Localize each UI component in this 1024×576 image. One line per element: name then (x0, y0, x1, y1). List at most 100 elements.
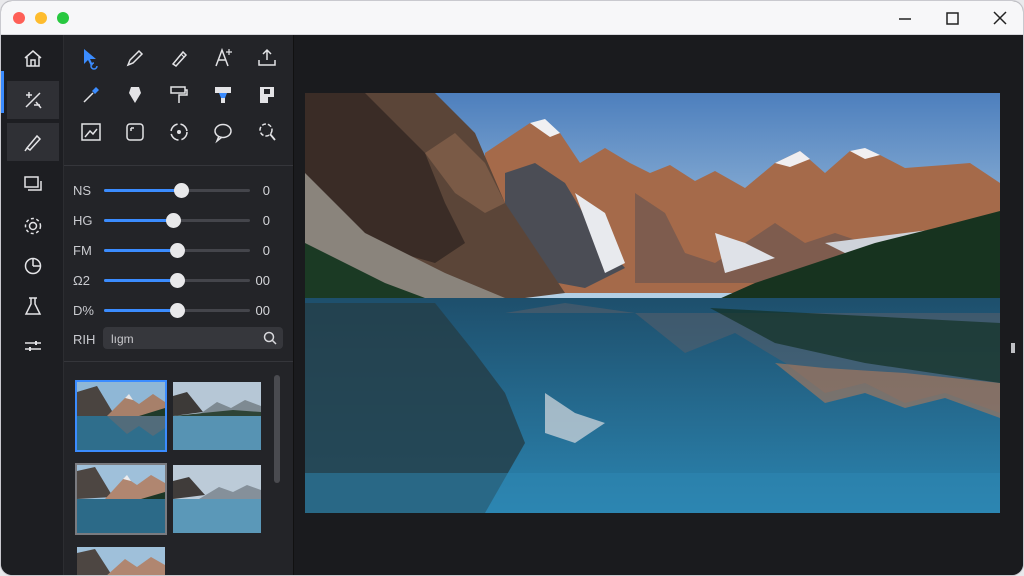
slider-label: Ω2 (73, 273, 90, 288)
speech-bubble-icon (214, 123, 232, 144)
search-icon[interactable] (263, 331, 277, 345)
eyedropper-icon (83, 87, 99, 103)
close-button[interactable] (991, 9, 1009, 27)
slider-label: FM (73, 243, 92, 258)
slider-value: 0 (262, 243, 270, 258)
rail-item-flask[interactable] (7, 287, 59, 325)
select-icon (84, 49, 98, 70)
slider-row: NS 0 (64, 179, 293, 201)
tool-fill[interactable] (208, 80, 238, 110)
maximize-icon (946, 12, 959, 25)
slider-row: FM 0 (64, 239, 293, 261)
close-dot-button[interactable] (13, 12, 25, 24)
adjust-icon (25, 92, 42, 109)
slider-value: 00 (255, 303, 270, 318)
thumbnail[interactable] (173, 382, 261, 450)
tool-lasso[interactable] (252, 117, 282, 147)
stamp-icon (260, 87, 274, 103)
slider-label: HG (73, 213, 93, 228)
search-input[interactable] (109, 329, 263, 349)
tool-speech-bubble[interactable] (208, 117, 238, 147)
settings-icon (24, 217, 42, 235)
resize-handle[interactable] (1011, 343, 1015, 353)
tool-frame[interactable] (120, 117, 150, 147)
slider-value: 0 (262, 183, 270, 198)
rail-item-layers[interactable] (7, 165, 59, 203)
rail-item-brush[interactable] (7, 123, 59, 161)
rail-active-indicator (1, 71, 4, 113)
photo-canvas[interactable] (305, 93, 1000, 513)
shield-icon (129, 87, 141, 103)
thumbnail[interactable] (77, 547, 165, 575)
fill-icon (215, 87, 231, 103)
tool-select[interactable] (76, 43, 106, 73)
minimize-icon (899, 18, 911, 20)
rail-item-sliders[interactable] (7, 327, 59, 365)
tool-text[interactable] (208, 43, 238, 73)
tool-rotate[interactable] (164, 117, 194, 147)
slider-fill (104, 189, 182, 192)
text-icon (215, 47, 232, 67)
thumbnail-scrollbar[interactable] (274, 375, 280, 483)
chart-icon (24, 257, 42, 275)
left-rail (1, 35, 64, 575)
lasso-icon (259, 123, 276, 141)
slider-fill (104, 279, 177, 282)
tool-export[interactable] (252, 43, 282, 73)
rotate-icon (170, 123, 188, 141)
tool-paint-roller[interactable] (164, 80, 194, 110)
slider-track[interactable] (104, 213, 250, 228)
slider-value: 0 (262, 213, 270, 228)
slider-fill (104, 219, 173, 222)
tool-eyedropper[interactable] (76, 80, 106, 110)
slider-handle[interactable] (174, 183, 190, 198)
paint-roller-icon (170, 86, 188, 103)
slider-handle[interactable] (165, 213, 181, 228)
tool-stamp[interactable] (252, 80, 282, 110)
slider-row: D% 00 (64, 299, 293, 321)
search-label: RIH (73, 332, 96, 347)
slider-row: HG 0 (64, 209, 293, 231)
thumbnail[interactable] (75, 463, 167, 535)
zoom-dot-button[interactable] (57, 12, 69, 24)
slider-track[interactable] (104, 183, 250, 198)
tool-panel: NS 0 HG 0 FM 0 Ω2 00 D% 00 RIH lıgm (64, 35, 294, 575)
maximize-button[interactable] (943, 9, 961, 27)
slider-label: D% (73, 303, 94, 318)
search-box (103, 327, 283, 349)
tool-crop[interactable] (76, 117, 106, 147)
slider-row: Ω2 00 (64, 269, 293, 291)
slider-value: 00 (255, 273, 270, 288)
frame-icon (126, 123, 144, 141)
thumbnail-image (77, 382, 165, 450)
tool-shield[interactable] (120, 80, 150, 110)
tool-pen[interactable] (120, 43, 150, 73)
slider-handle[interactable] (170, 303, 185, 318)
slider-label: NS (73, 183, 92, 198)
export-icon (258, 48, 276, 66)
slider-fill (104, 309, 177, 312)
thumbnail-image (173, 465, 261, 533)
rail-item-adjust[interactable] (7, 81, 59, 119)
brush-icon (24, 134, 42, 152)
thumbnail-image (77, 547, 165, 575)
pencil-icon (171, 50, 188, 67)
rail-item-home[interactable] (7, 39, 59, 77)
minimize-dot-button[interactable] (35, 12, 47, 24)
thumbnail[interactable] (173, 465, 261, 533)
app-window: NS 0 HG 0 FM 0 Ω2 00 D% 00 RIH lıgm (0, 0, 1024, 576)
slider-handle[interactable] (170, 273, 185, 288)
slider-track[interactable] (104, 273, 250, 288)
rail-item-chart[interactable] (7, 247, 59, 285)
slider-handle[interactable] (170, 243, 185, 258)
tool-pencil[interactable] (164, 43, 194, 73)
rail-item-settings[interactable] (7, 207, 59, 245)
slider-track[interactable] (104, 303, 250, 318)
thumbnail-image (173, 382, 261, 450)
slider-track[interactable] (104, 243, 250, 258)
minimize-button[interactable] (896, 9, 914, 27)
pen-icon (126, 49, 144, 67)
layers-icon (24, 176, 42, 191)
sliders-icon (25, 341, 41, 351)
thumbnail[interactable] (75, 380, 167, 452)
